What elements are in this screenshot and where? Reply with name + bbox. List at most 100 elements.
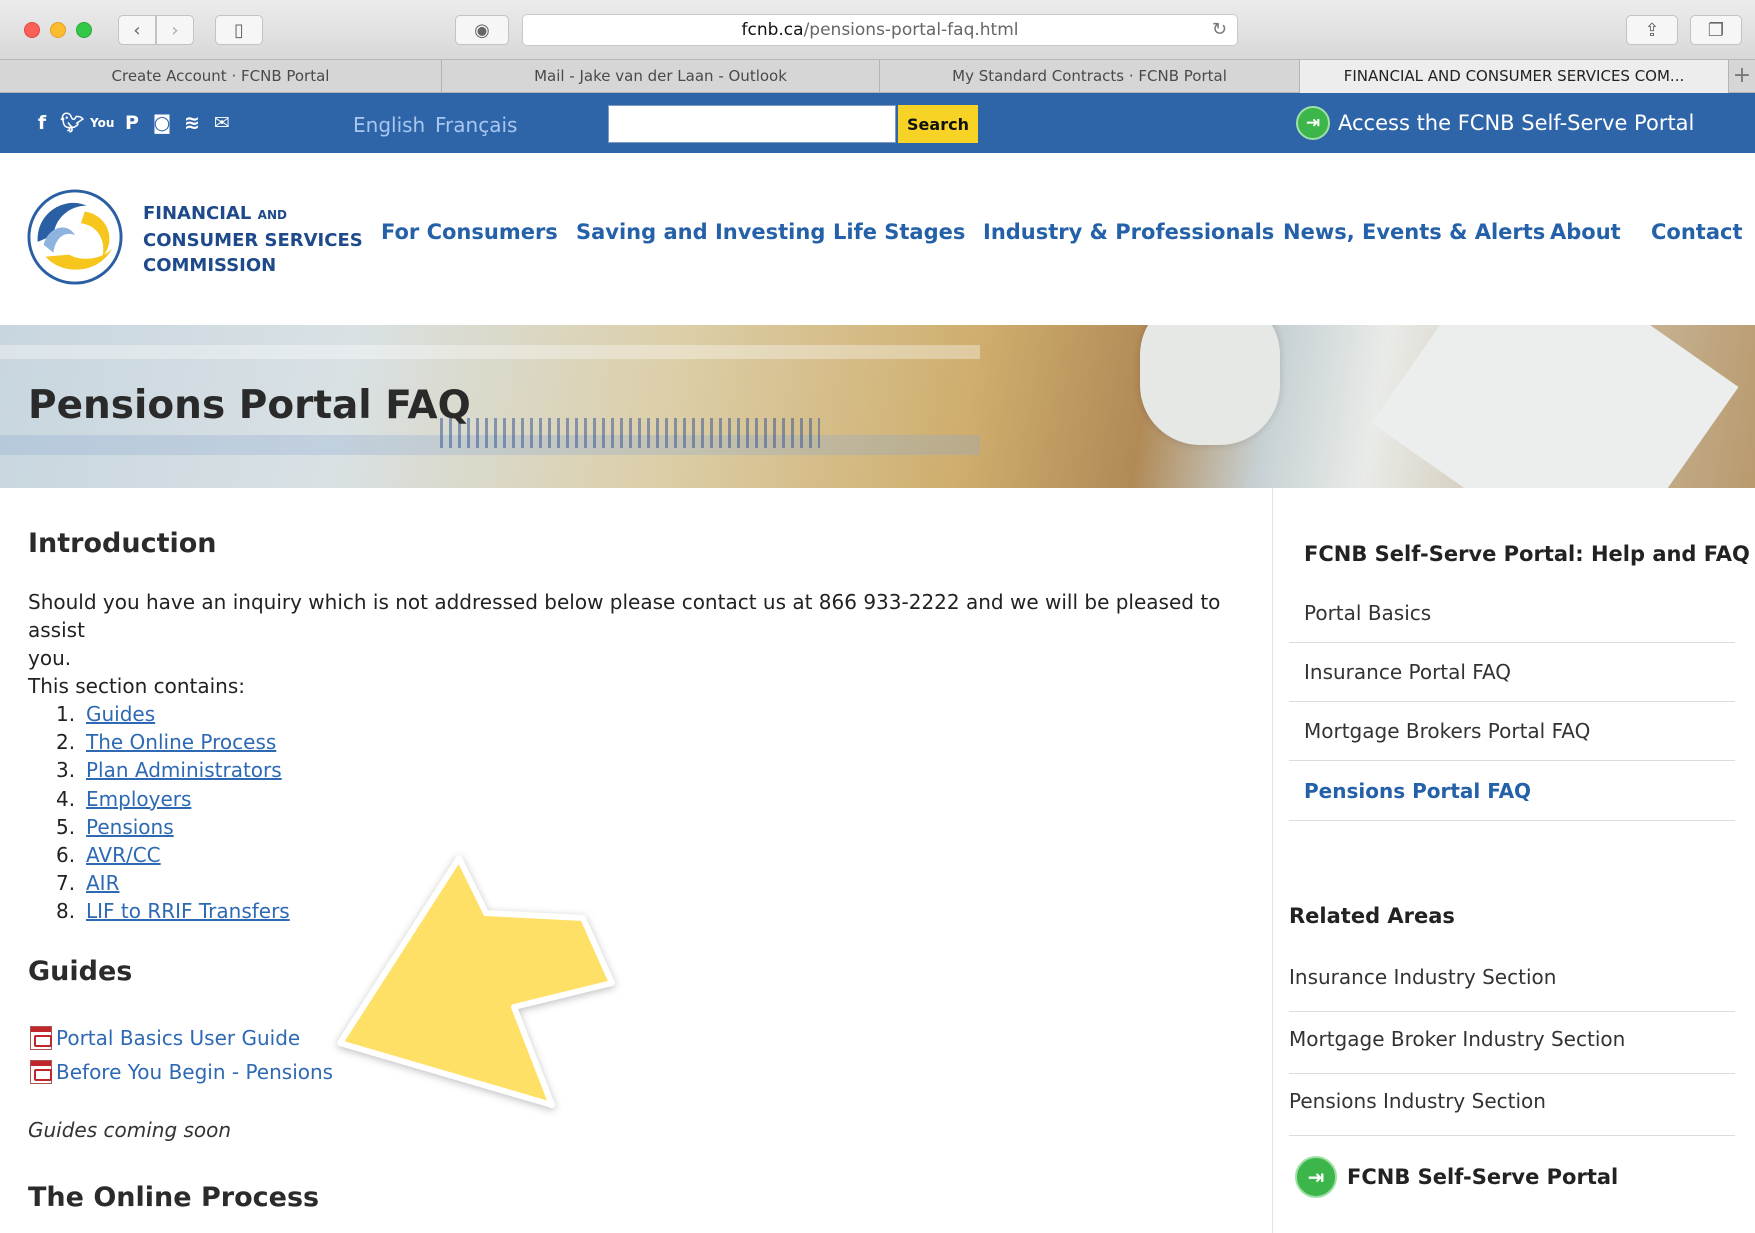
list-item: 4. Employers	[56, 785, 290, 813]
sidebar: FCNB Self-Serve Portal: Help and FAQ Por…	[1272, 488, 1755, 1233]
pdf-icon	[30, 1060, 52, 1084]
pinterest-icon[interactable]: P	[120, 111, 144, 135]
nav-contact[interactable]: Contact	[1651, 220, 1743, 244]
tab-create-account[interactable]: Create Account · FCNB Portal	[0, 60, 442, 93]
list-item: 2. The Online Process	[56, 728, 290, 756]
intro-text-line-2: you.	[28, 646, 72, 670]
address-bar[interactable]: fcnb.ca/pensions-portal-faq.html ↻	[522, 14, 1238, 46]
share-button[interactable]: ⇪	[1626, 15, 1678, 45]
related-item-pensions[interactable]: Pensions Industry Section	[1289, 1074, 1735, 1136]
forward-button[interactable]: ›	[156, 15, 194, 45]
sidebar-icon: ▯	[234, 19, 244, 41]
nav-industry-professionals[interactable]: Industry & Professionals	[983, 220, 1274, 244]
toc-link-lif-rrif[interactable]: LIF to RRIF Transfers	[86, 897, 290, 925]
toc-number: 7.	[56, 871, 76, 896]
zoom-window-button[interactable]	[76, 22, 92, 38]
self-serve-portal-link[interactable]: ⇥ Access the FCNB Self-Serve Portal	[1296, 105, 1694, 141]
tab-bar: Create Account · FCNB Portal Mail - Jake…	[0, 60, 1755, 93]
fcnb-logo-icon[interactable]	[26, 188, 124, 286]
table-of-contents: 1. Guides 2. The Online Process 3. Plan Adm…	[56, 700, 290, 926]
toc-link-air[interactable]: AIR	[86, 869, 119, 897]
related-areas-heading: Related Areas	[1289, 904, 1455, 928]
twitter-icon[interactable]: 🐦︎	[60, 111, 84, 135]
nav-about[interactable]: About	[1550, 220, 1621, 244]
banner-decoration	[0, 345, 980, 359]
intro-text: Should you have an inquiry which is not …	[28, 588, 1272, 672]
reload-icon[interactable]: ↻	[1212, 15, 1227, 45]
list-item: 6. AVR/CC	[56, 841, 290, 869]
guide-link-portal-basics[interactable]: Portal Basics User Guide	[30, 1026, 300, 1050]
related-item-mortgage-broker[interactable]: Mortgage Broker Industry Section	[1289, 1012, 1735, 1074]
tabs-icon: ❐	[1707, 19, 1725, 41]
tabs-overview-button[interactable]: ❐	[1690, 15, 1742, 45]
tab-fcnb-active[interactable]: FINANCIAL AND CONSUMER SERVICES COM...	[1300, 60, 1729, 93]
guide-link-before-you-begin[interactable]: Before You Begin - Pensions	[30, 1060, 333, 1084]
sidebar-item-pensions-portal-faq[interactable]: Pensions Portal FAQ	[1289, 761, 1735, 821]
language-english-link[interactable]: English	[353, 113, 425, 137]
section-contains-label: This section contains:	[28, 674, 246, 698]
screenshot-frame: ‹ › ▯ ◉ fcnb.ca/pensions-portal-faq.html…	[0, 0, 1755, 1233]
online-process-heading: The Online Process	[28, 1182, 320, 1213]
email-icon[interactable]: ✉	[210, 111, 234, 135]
sidebar-heading: FCNB Self-Serve Portal: Help and FAQ	[1304, 542, 1750, 566]
rss-icon[interactable]: ≋	[180, 111, 204, 135]
language-french-link[interactable]: Français	[435, 113, 517, 137]
list-item: 3. Plan Administrators	[56, 756, 290, 784]
url-domain: fcnb.ca	[741, 20, 804, 40]
logo-wordmark[interactable]: FINANCIAL AND CONSUMER SERVICES COMMISSI…	[143, 201, 363, 278]
main-content: Introduction Should you have an inquiry …	[0, 488, 1272, 1233]
logo-line-2: CONSUMER SERVICES	[143, 230, 363, 251]
extension-button[interactable]: ◉	[455, 15, 509, 45]
related-item-insurance[interactable]: Insurance Industry Section	[1289, 950, 1735, 1012]
search-button[interactable]: Search	[898, 105, 978, 143]
list-item: 5. Pensions	[56, 813, 290, 841]
list-item: 1. Guides	[56, 700, 290, 728]
sidebar-item-insurance-portal-faq[interactable]: Insurance Portal FAQ	[1289, 643, 1735, 702]
tab-label: My Standard Contracts · FCNB Portal	[952, 67, 1227, 85]
facebook-icon[interactable]: f	[30, 111, 54, 135]
tab-standard-contracts[interactable]: My Standard Contracts · FCNB Portal	[880, 60, 1300, 93]
nav-news-events-alerts[interactable]: News, Events & Alerts	[1283, 220, 1545, 244]
toc-link-plan-administrators[interactable]: Plan Administrators	[86, 756, 282, 784]
sidebar-item-mortgage-brokers-portal-faq[interactable]: Mortgage Brokers Portal FAQ	[1289, 702, 1735, 761]
toc-link-pensions[interactable]: Pensions	[86, 813, 174, 841]
list-item: 7. AIR	[56, 869, 290, 897]
minimize-window-button[interactable]	[50, 22, 66, 38]
tab-mail[interactable]: Mail - Jake van der Laan - Outlook	[442, 60, 880, 93]
nav-saving-investing[interactable]: Saving and Investing	[576, 220, 825, 244]
toc-link-avr-cc[interactable]: AVR/CC	[86, 841, 161, 869]
close-window-button[interactable]	[24, 22, 40, 38]
social-links: f 🐦︎ You P ◙ ≋ ✉	[30, 111, 234, 135]
utility-bar: f 🐦︎ You P ◙ ≋ ✉ English Français Search…	[0, 93, 1755, 153]
back-button[interactable]: ‹	[118, 15, 156, 45]
guides-note: Guides coming soon	[28, 1118, 232, 1142]
nav-life-stages[interactable]: Life Stages	[833, 220, 965, 244]
nav-for-consumers[interactable]: For Consumers	[381, 220, 558, 244]
guide-link-label: Before You Begin - Pensions	[56, 1060, 334, 1084]
site-header: FINANCIAL AND CONSUMER SERVICES COMMISSI…	[0, 153, 1755, 325]
guides-heading: Guides	[28, 956, 133, 987]
youtube-icon[interactable]: You	[90, 111, 114, 135]
sidebar-item-portal-basics[interactable]: Portal Basics	[1289, 584, 1735, 643]
sidebar-portal-link[interactable]: ⇥ FCNB Self-Serve Portal	[1295, 1156, 1618, 1198]
banner-decoration	[1140, 325, 1280, 445]
intro-heading: Introduction	[28, 528, 217, 559]
toc-number: 2.	[56, 730, 76, 755]
toc-link-employers[interactable]: Employers	[86, 785, 191, 813]
logo-line-1-small: AND	[257, 208, 287, 222]
toc-number: 5.	[56, 814, 76, 839]
guide-link-label: Portal Basics User Guide	[56, 1026, 301, 1050]
page-banner: Pensions Portal FAQ	[0, 325, 1755, 488]
ghostery-icon: ◉	[474, 19, 490, 41]
toc-number: 8.	[56, 899, 76, 924]
instagram-icon[interactable]: ◙	[150, 111, 174, 135]
site-search-input[interactable]	[608, 105, 896, 143]
toc-link-guides[interactable]: Guides	[86, 700, 155, 728]
sidebar-toggle-button[interactable]: ▯	[215, 15, 263, 45]
pdf-icon	[30, 1026, 52, 1050]
list-item: 8. LIF to RRIF Transfers	[56, 897, 290, 925]
new-tab-button[interactable]: +	[1729, 60, 1755, 93]
toc-link-online-process[interactable]: The Online Process	[86, 728, 276, 756]
banner-decoration	[1371, 325, 1739, 488]
logo-line-3: COMMISSION	[143, 255, 277, 276]
